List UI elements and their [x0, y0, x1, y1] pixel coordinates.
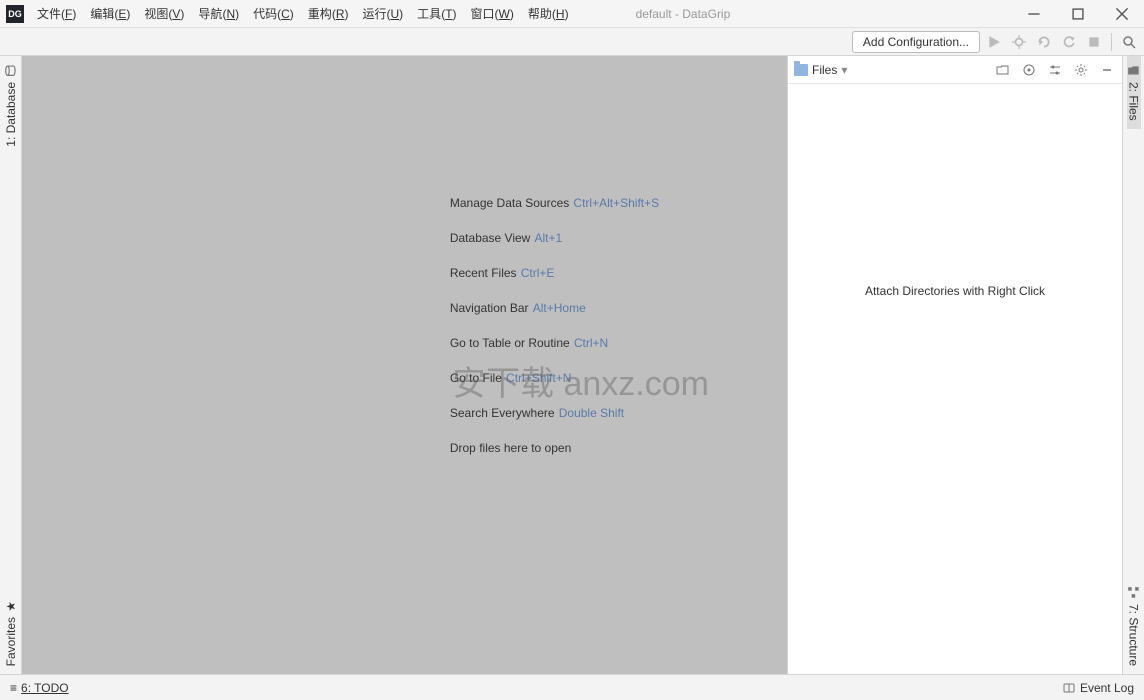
app-icon: DG — [6, 5, 24, 23]
folder-icon — [794, 64, 808, 76]
update-icon[interactable] — [1058, 31, 1080, 53]
search-icon[interactable] — [1118, 31, 1140, 53]
folder-icon — [1127, 64, 1141, 78]
database-tool-tab[interactable]: 1: Database — [4, 56, 18, 155]
menu-edit[interactable]: 编辑(E) — [83, 0, 137, 28]
menu-view[interactable]: 视图(V) — [137, 0, 191, 28]
structure-tool-tab[interactable]: 7: Structure — [1127, 578, 1141, 674]
menu-window[interactable]: 窗口(W) — [464, 0, 521, 28]
files-tool-tab[interactable]: 2: Files — [1127, 56, 1141, 129]
hint-go-to-file: Go to File Ctrl+Shift+N — [450, 369, 659, 386]
close-button[interactable] — [1100, 0, 1144, 28]
files-panel-empty-text: Attach Directories with Right Click — [865, 284, 1045, 298]
menu-refactor[interactable]: 重构(R) — [301, 0, 356, 28]
files-panel-header: Files ▾ — [788, 56, 1122, 84]
gear-icon[interactable] — [1072, 61, 1090, 79]
menu-file[interactable]: 文件(F) — [30, 0, 83, 28]
todo-status[interactable]: 6: TODO — [21, 681, 69, 695]
title-bar: DG 文件(F) 编辑(E) 视图(V) 导航(N) 代码(C) 重构(R) 运… — [0, 0, 1144, 28]
maximize-button[interactable] — [1056, 0, 1100, 28]
hint-manage-data-sources: Manage Data Sources Ctrl+Alt+Shift+S — [450, 194, 659, 211]
hint-search-everywhere: Search Everywhere Double Shift — [450, 404, 659, 421]
editor-area[interactable]: Manage Data Sources Ctrl+Alt+Shift+S Dat… — [22, 56, 787, 674]
hint-navigation-bar: Navigation Bar Alt+Home — [450, 299, 659, 316]
open-folder-icon[interactable] — [994, 61, 1012, 79]
minimize-button[interactable] — [1012, 0, 1056, 28]
files-panel: Files ▾ Attach Directories with Right Cl… — [787, 56, 1122, 674]
target-icon[interactable] — [1020, 61, 1038, 79]
hint-database-view: Database View Alt+1 — [450, 229, 659, 246]
menu-run[interactable]: 运行(U) — [355, 0, 410, 28]
main-toolbar: Add Configuration... — [0, 28, 1144, 56]
files-panel-body[interactable]: Attach Directories with Right Click — [788, 84, 1122, 674]
menu-help[interactable]: 帮助(H) — [521, 0, 576, 28]
hint-drop-files: Drop files here to open — [450, 439, 659, 456]
star-icon: ★ — [4, 599, 18, 613]
left-tool-gutter: 1: Database Favorites ★ — [0, 56, 22, 674]
list-icon: ≡ — [10, 681, 17, 695]
right-tool-gutter: 2: Files 7: Structure — [1122, 56, 1144, 674]
menu-bar: 文件(F) 编辑(E) 视图(V) 导航(N) 代码(C) 重构(R) 运行(U… — [30, 0, 1012, 28]
chevron-down-icon: ▾ — [841, 63, 847, 77]
add-configuration-button[interactable]: Add Configuration... — [852, 31, 980, 53]
debug-icon[interactable] — [1008, 31, 1030, 53]
menu-navigate[interactable]: 导航(N) — [191, 0, 246, 28]
structure-icon — [1127, 586, 1141, 600]
event-log-icon — [1062, 681, 1076, 695]
hint-recent-files: Recent Files Ctrl+E — [450, 264, 659, 281]
minimize-panel-icon[interactable] — [1098, 61, 1116, 79]
event-log-button[interactable]: Event Log — [1080, 681, 1134, 695]
window-title: default - DataGrip — [636, 7, 731, 21]
run-icon[interactable] — [983, 31, 1005, 53]
stop-icon[interactable] — [1083, 31, 1105, 53]
rerun-icon[interactable] — [1033, 31, 1055, 53]
status-bar: ≡ 6: TODO Event Log — [0, 674, 1144, 700]
favorites-tool-tab[interactable]: Favorites ★ — [4, 591, 18, 674]
database-icon — [4, 64, 18, 78]
menu-code[interactable]: 代码(C) — [246, 0, 301, 28]
menu-tools[interactable]: 工具(T) — [410, 0, 463, 28]
sliders-icon[interactable] — [1046, 61, 1064, 79]
files-panel-title[interactable]: Files ▾ — [812, 63, 847, 77]
welcome-hints: Manage Data Sources Ctrl+Alt+Shift+S Dat… — [450, 194, 659, 456]
hint-go-to-table: Go to Table or Routine Ctrl+N — [450, 334, 659, 351]
